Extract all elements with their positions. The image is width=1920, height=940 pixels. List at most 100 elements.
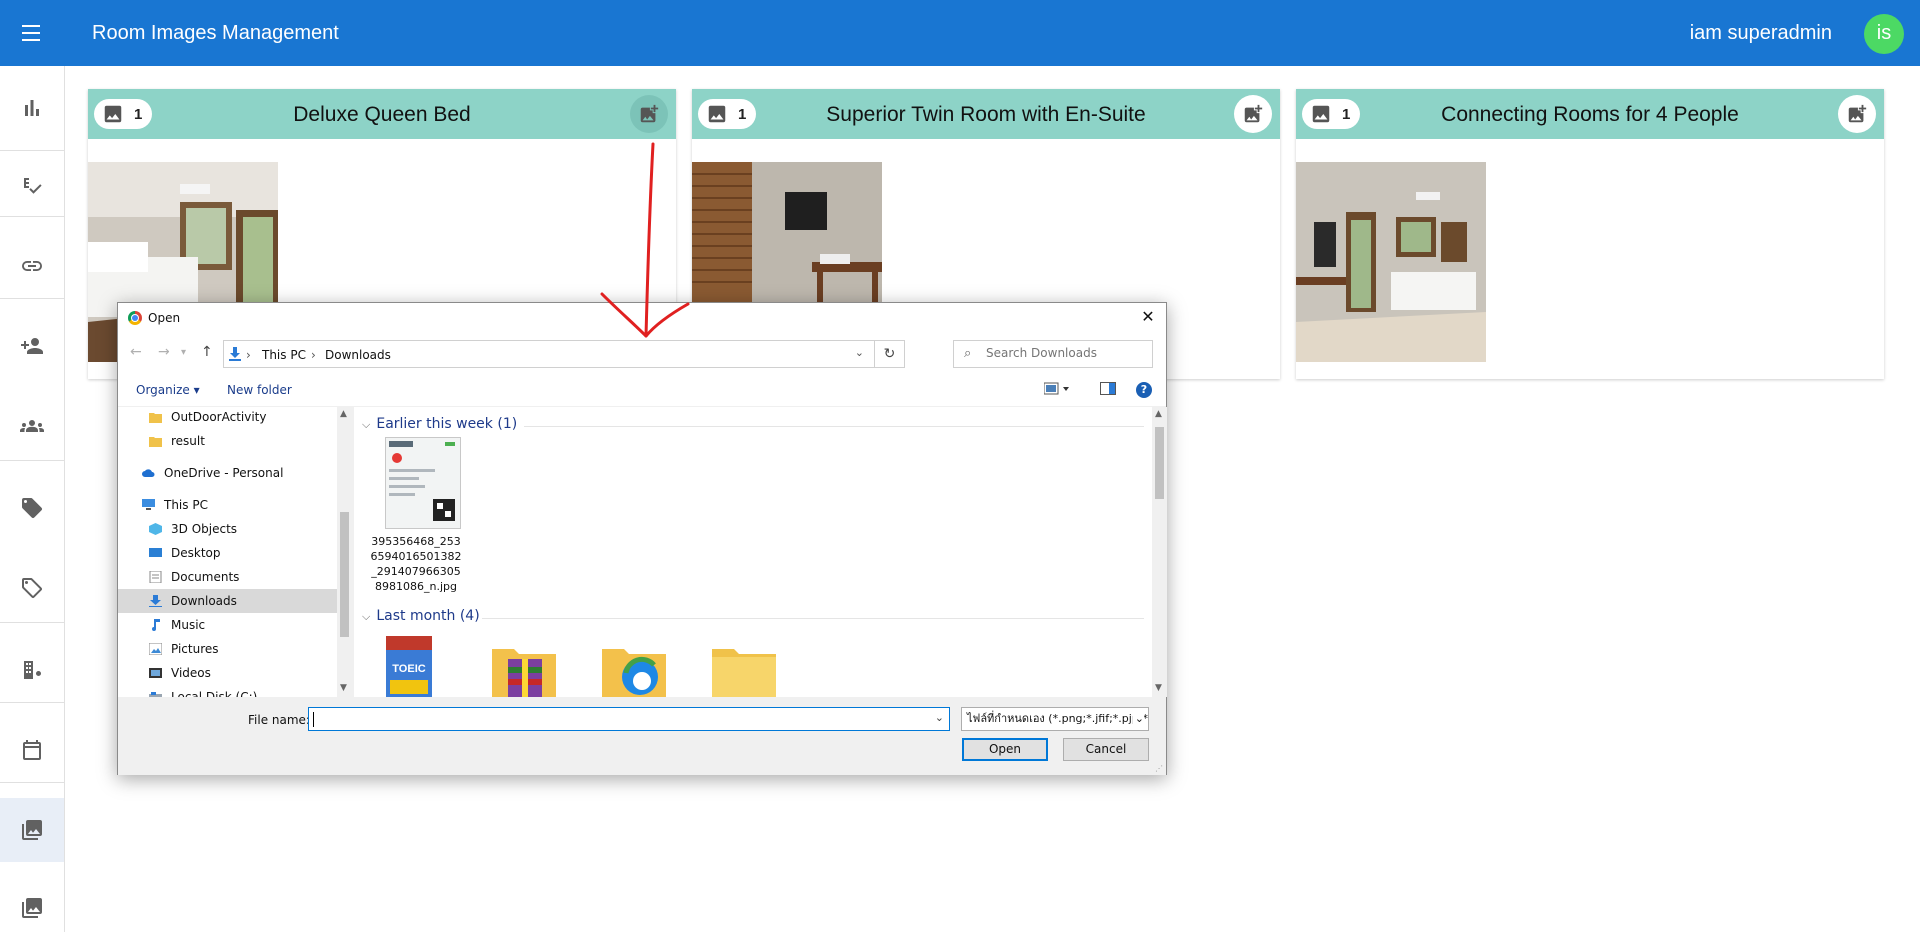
nav-item-result[interactable]: result [118,429,337,453]
chevron-down-icon[interactable]: ⌄ [935,711,944,724]
bar-chart-icon[interactable] [0,76,64,140]
refresh-icon[interactable]: ↻ [874,341,904,367]
group-header[interactable]: ⌵ Earlier this week (1) [362,416,517,432]
file-name-label: File name: [248,713,310,727]
photo-library-icon[interactable] [0,876,64,940]
calendar-icon[interactable] [0,718,64,782]
group-header[interactable]: ⌵ Last month (4) [362,608,480,624]
recent-locations-icon[interactable]: ▾ [181,347,186,358]
dialog-footer: File name: ⌄ ไฟล์ที่กำหนดเอง (*.png;*.jf… [118,697,1166,775]
forward-icon[interactable]: → [158,344,170,360]
menu-icon[interactable] [18,20,46,48]
group-icon[interactable] [0,394,64,458]
search-box[interactable]: ⌕ [953,340,1153,368]
chrome-icon [128,311,142,325]
nav-item-outdooractivity[interactable]: OutDoorActivity [118,407,337,429]
picture-icon [149,643,162,655]
add-photo-icon [1848,104,1867,123]
nav-item-desktop[interactable]: Desktop [118,541,337,565]
resize-grip-icon[interactable]: ⋰ [1155,764,1163,773]
nav-item-videos[interactable]: Videos [118,661,337,685]
avatar[interactable]: is [1864,14,1904,54]
up-icon[interactable]: ↑ [201,344,213,360]
file-item[interactable] [712,643,776,697]
building-settings-icon[interactable] [0,638,64,702]
close-icon[interactable]: ✕ [1138,307,1158,327]
nav-item-3d-objects[interactable]: 3D Objects [118,517,337,541]
change-view-button[interactable] [1043,382,1070,399]
edge-folder-icon [602,649,666,697]
winrar-icon [492,649,556,697]
file-item[interactable]: 395356468_2536594016501382_2914079663058… [368,437,464,597]
music-icon [152,619,160,631]
address-bar[interactable]: › This PC › Downloads ⌄ ↻ [223,340,905,368]
add-photo-icon [640,104,659,123]
download-icon [229,347,241,361]
file-item[interactable] [602,643,666,697]
cloud-icon [142,469,155,477]
add-photo-icon [1244,104,1263,123]
help-icon[interactable]: ? [1136,382,1152,398]
file-type-select[interactable]: ไฟล์ที่กำหนดเอง (*.png;*.jfif;*.pjp;*.jp… [961,707,1149,731]
tag-outline-icon[interactable] [0,556,64,620]
folder-icon [712,649,776,697]
desktop-icon [149,548,162,557]
preview-pane-icon [1100,382,1116,395]
spellcheck-icon[interactable] [0,154,64,218]
sidebar [0,66,65,932]
nav-item-local-disk[interactable]: Local Disk (C:) [118,685,337,697]
app-bar: Room Images Management iam superadmin is [0,0,1920,66]
file-list: ⌵ Earlier this week (1) 395356468_2536594… [354,407,1152,697]
image-file-thumbnail [385,437,461,529]
navigation-pane: OutDoorActivity result OneDrive - Person… [118,407,352,697]
add-photo-button[interactable] [630,95,668,133]
person-add-icon[interactable] [0,314,64,378]
user-name: iam superadmin [1689,22,1832,44]
room-card: 1 Connecting Rooms for 4 People [1296,89,1884,379]
nav-item-pictures[interactable]: Pictures [118,637,337,661]
file-item[interactable] [492,643,556,697]
svg-text:TOEIC: TOEIC [392,663,425,675]
nav-item-this-pc[interactable]: This PC [118,493,337,517]
annotation-arrow [600,142,690,338]
breadcrumb-downloads[interactable]: Downloads [325,348,391,362]
breadcrumb-this-pc[interactable]: This PC [262,348,306,362]
link-icon[interactable] [0,234,64,298]
chevron-down-icon[interactable]: ⌄ [855,346,864,359]
file-name: 395356468_2536594016501382_2914079663058… [370,535,462,593]
room-photo[interactable] [1296,162,1486,362]
file-name-input[interactable]: ⌄ [308,707,950,731]
card-header: 1 Superior Twin Room with En-Suite [692,89,1280,139]
nav-item-downloads[interactable]: Downloads [118,589,337,613]
folder-icon [149,437,162,447]
view-icon [1043,382,1069,395]
nav-item-music[interactable]: Music [118,613,337,637]
chevron-down-icon: ⌄ [1132,708,1144,730]
document-icon [149,571,162,583]
navigation-scrollbar[interactable]: ▲ ▼ [337,407,352,697]
open-button[interactable]: Open [962,738,1048,761]
photo-library-icon[interactable] [0,798,64,862]
nav-item-onedrive[interactable]: OneDrive - Personal [118,461,337,485]
toeic-book-thumbnail: TOEIC [386,636,432,697]
tag-filled-icon[interactable] [0,476,64,540]
file-item[interactable]: TOEIC [386,636,446,697]
open-file-dialog: Open ✕ ← → ▾ ↑ › This PC › Downloads ⌄ ↻… [117,302,1167,775]
search-icon: ⌕ [964,346,972,361]
card-title: Deluxe Queen Bed [293,103,471,126]
folder-icon [149,413,162,423]
back-icon[interactable]: ← [130,344,142,360]
preview-pane-button[interactable] [1100,382,1116,399]
cancel-button[interactable]: Cancel [1063,738,1149,761]
page-title: Room Images Management [92,22,339,44]
add-photo-button[interactable] [1234,95,1272,133]
cube-icon [149,523,162,535]
new-folder-button[interactable]: New folder [227,383,292,397]
card-header: 1 Connecting Rooms for 4 People [1296,89,1884,139]
add-photo-button[interactable] [1838,95,1876,133]
file-list-scrollbar[interactable]: ▲ ▼ [1152,407,1167,697]
search-input[interactable] [986,346,1146,360]
organize-button[interactable]: Organize ▾ [136,383,200,397]
nav-item-documents[interactable]: Documents [118,565,337,589]
download-icon [149,595,162,607]
